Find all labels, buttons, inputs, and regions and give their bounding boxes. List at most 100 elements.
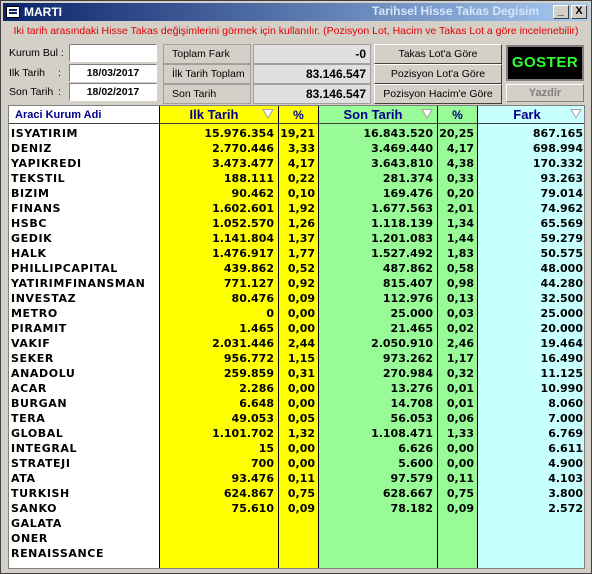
ilk-tarih-separator: : xyxy=(58,67,61,79)
cell-kurum: SANKO xyxy=(11,502,58,515)
cell-pct1: 0,00 xyxy=(287,322,315,335)
header-name[interactable]: Araci Kurum Adi xyxy=(9,106,159,124)
cell-pct2: 20,25 xyxy=(439,127,474,140)
table-row[interactable]: BURGAN 6.648 0,00 14.708 0,01 8.060 xyxy=(9,396,584,411)
cell-kurum: BURGAN xyxy=(11,397,68,410)
cell-pct1: 0,00 xyxy=(287,457,315,470)
table-row[interactable]: TURKISH 624.867 0,75 628.667 0,75 3.800 xyxy=(9,486,584,501)
close-button[interactable]: X xyxy=(571,5,587,19)
cell-pct2: 1,83 xyxy=(446,247,474,260)
table-row[interactable]: PHILLIPCAPITAL 439.862 0,52 487.862 0,58 48.0… xyxy=(9,261,584,276)
cell-ilk-tarih: 3.473.477 xyxy=(212,157,274,170)
title-bar[interactable]: MARTI Tarihsel Hisse Takas Degisim _ X xyxy=(3,3,589,21)
header-pct1[interactable]: % xyxy=(279,106,318,124)
table-row[interactable]: ATA 93.476 0,11 97.579 0,11 4.103 xyxy=(9,471,584,486)
cell-son-tarih: 56.053 xyxy=(390,412,433,425)
cell-pct1: 0,09 xyxy=(287,502,315,515)
kurum-bul-input[interactable] xyxy=(69,44,157,62)
header-son-tarih[interactable]: Son Tarih xyxy=(319,106,437,124)
table-row[interactable]: HSBC 1.052.570 1,26 1.118.139 1,34 65.569 xyxy=(9,216,584,231)
hint-text: Iki tarih arasındaki Hisse Takas değişim… xyxy=(13,25,579,37)
table-row[interactable]: DENIZ 2.770.446 3,33 3.469.440 4,17 698.994 xyxy=(9,141,584,156)
son-tarih-date-field[interactable]: 18/02/2017 xyxy=(69,83,157,101)
table-row[interactable]: ANADOLU 259.859 0,31 270.984 0,32 11.125 xyxy=(9,366,584,381)
sort-arrow-icon[interactable] xyxy=(570,109,582,119)
cell-ilk-tarih: 1.602.601 xyxy=(212,202,274,215)
sort-arrow-icon[interactable] xyxy=(262,109,274,119)
cell-son-tarih xyxy=(319,531,433,546)
cell-ilk-tarih: 1.465 xyxy=(239,322,274,335)
cell-fark: 6.769 xyxy=(548,427,583,440)
cell-pct2: 0,98 xyxy=(446,277,474,290)
cell-kurum: RENAISSANCE xyxy=(11,547,105,560)
table-row[interactable]: YAPIKREDI 3.473.477 4,17 3.643.810 4,38 170.3… xyxy=(9,156,584,171)
cell-pct2: 0,32 xyxy=(446,367,474,380)
ilk-tarih-toplam-value: 83.146.547 xyxy=(253,64,371,84)
table-row[interactable]: PIRAMIT 1.465 0,00 21.465 0,02 20.000 xyxy=(9,321,584,336)
cell-son-tarih: 169.476 xyxy=(382,187,433,200)
cell-pct2: 1,34 xyxy=(446,217,474,230)
header-ilk-tarih[interactable]: Ilk Tarih xyxy=(160,106,278,124)
table-row[interactable]: BIZIM 90.462 0,10 169.476 0,20 79.014 xyxy=(9,186,584,201)
cell-ilk-tarih: 49.053 xyxy=(231,412,274,425)
cell-son-tarih: 1.108.471 xyxy=(371,427,433,440)
table-row[interactable]: INVESTAZ 80.476 0,09 112.976 0,13 32.500 xyxy=(9,291,584,306)
table-row[interactable]: STRATEJI 700 0,00 5.600 0,00 4.900 xyxy=(9,456,584,471)
header-pct2[interactable]: % xyxy=(438,106,477,124)
cell-ilk-tarih: 0 xyxy=(266,307,274,320)
cell-pct2: 0,06 xyxy=(446,412,474,425)
table-row[interactable]: GLOBAL 1.101.702 1,32 1.108.471 1,33 6.769 xyxy=(9,426,584,441)
table-row[interactable]: SANKO 75.610 0,09 78.182 0,09 2.572 xyxy=(9,501,584,516)
cell-son-tarih: 487.862 xyxy=(382,262,433,275)
yazdir-button[interactable]: Yazdir xyxy=(506,84,584,102)
cell-kurum: GEDIK xyxy=(11,232,53,245)
cell-fark: 7.000 xyxy=(548,412,583,425)
table-row[interactable]: GEDIK 1.141.804 1,37 1.201.083 1,44 59.279 xyxy=(9,231,584,246)
header-fark[interactable]: Fark xyxy=(478,106,584,124)
table-row[interactable]: YATIRIMFINANSMAN 771.127 0,92 815.407 0,98 44… xyxy=(9,276,584,291)
table-row[interactable]: GALATA xyxy=(9,516,584,531)
cell-son-tarih: 270.984 xyxy=(382,367,433,380)
header-ilk-tarih-label: Ilk Tarih xyxy=(189,107,239,122)
table-row[interactable]: HALK 1.476.917 1,77 1.527.492 1,83 50.575 xyxy=(9,246,584,261)
cell-son-tarih: 21.465 xyxy=(390,322,433,335)
takas-lot-button[interactable]: Takas Lot'a Göre xyxy=(374,44,502,64)
cell-ilk-tarih xyxy=(160,531,274,546)
pozisyon-lot-button[interactable]: Pozisyon Lot'a Göre xyxy=(374,64,502,84)
table-row[interactable]: ONER xyxy=(9,531,584,546)
cell-fark: 8.060 xyxy=(548,397,583,410)
cell-son-tarih: 1.201.083 xyxy=(371,232,433,245)
cell-kurum: SEKER xyxy=(11,352,54,365)
table-row[interactable]: METRO 0 0,00 25.000 0,03 25.000 xyxy=(9,306,584,321)
table-row[interactable]: ISYATIRIM 15.976.354 19,21 16.843.520 20,25 8… xyxy=(9,126,584,141)
cell-ilk-tarih: 188.111 xyxy=(223,172,274,185)
pozisyon-hacim-button[interactable]: Pozisyon Hacim'e Göre xyxy=(374,84,502,104)
cell-son-tarih: 16.843.520 xyxy=(363,127,433,140)
cell-kurum: DENIZ xyxy=(11,142,52,155)
cell-pct1: 1,26 xyxy=(287,217,315,230)
window-subtitle: Tarihsel Hisse Takas Degisim xyxy=(372,4,539,18)
table-row[interactable]: FINANS 1.602.601 1,92 1.677.563 2,01 74.962 xyxy=(9,201,584,216)
header-pct1-label: % xyxy=(293,108,304,122)
cell-kurum: BIZIM xyxy=(11,187,50,200)
ilk-tarih-date-field[interactable]: 18/03/2017 xyxy=(69,64,157,82)
table-row[interactable]: ACAR 2.286 0,00 13.276 0,01 10.990 xyxy=(9,381,584,396)
cell-ilk-tarih: 1.052.570 xyxy=(212,217,274,230)
cell-pct2: 0,00 xyxy=(446,457,474,470)
son-tarih-toplam-value: 83.146.547 xyxy=(253,84,371,104)
cell-son-tarih: 1.677.563 xyxy=(371,202,433,215)
minimize-button[interactable]: _ xyxy=(553,5,569,19)
sort-arrow-icon[interactable] xyxy=(421,109,433,119)
table-row[interactable]: VAKIF 2.031.446 2,44 2.050.910 2,46 19.464 xyxy=(9,336,584,351)
header-son-tarih-label: Son Tarih xyxy=(343,107,403,122)
cell-pct1 xyxy=(279,546,315,561)
table-row[interactable]: SEKER 956.772 1,15 973.262 1,17 16.490 xyxy=(9,351,584,366)
cell-pct1: 0,11 xyxy=(287,472,315,485)
table-row[interactable]: RENAISSANCE xyxy=(9,546,584,561)
cell-son-tarih: 2.050.910 xyxy=(371,337,433,350)
cell-fark: 44.280 xyxy=(540,277,583,290)
table-row[interactable]: TERA 49.053 0,05 56.053 0,06 7.000 xyxy=(9,411,584,426)
table-row[interactable]: TEKSTIL 188.111 0,22 281.374 0,33 93.263 xyxy=(9,171,584,186)
table-row[interactable]: INTEGRAL 15 0,00 6.626 0,00 6.611 xyxy=(9,441,584,456)
goster-button[interactable]: GOSTER xyxy=(506,45,584,81)
